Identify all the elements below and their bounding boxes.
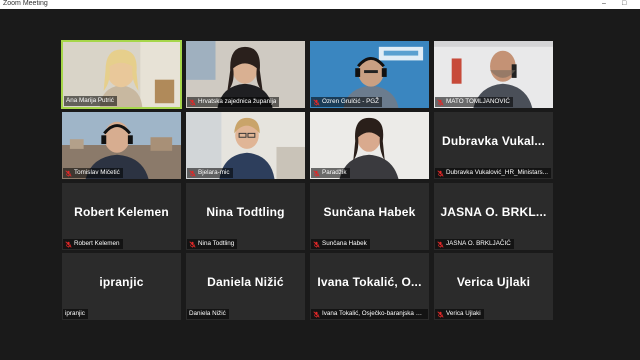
muted-mic-icon <box>65 169 72 177</box>
participant-name-label: JASNA O. BRKLJAČIĆ <box>435 239 514 249</box>
participant-name-label: Daniela Nižić <box>187 309 229 319</box>
participant-name-label: Dubravka Vukalović_HR_Ministars... <box>435 168 551 178</box>
participant-label-text: Dubravka Vukalović_HR_Ministars... <box>446 169 548 176</box>
participant-name-label: Tomislav Mičetić <box>63 168 123 178</box>
participant-name-label: Ana Marija Putrić <box>64 96 117 106</box>
participant-tile[interactable]: Sunčana Habek Sunčana Habek <box>309 182 430 251</box>
participant-tile[interactable]: Paradžik <box>309 111 430 180</box>
participant-name-label: Verica Ujlaki <box>435 309 484 319</box>
participant-name-label: Bjelara-mic <box>187 168 233 178</box>
participant-tile[interactable]: Bjelara-mic <box>185 111 306 180</box>
muted-mic-icon <box>189 169 196 177</box>
muted-mic-icon <box>313 310 320 318</box>
participant-name-label: ipranjic <box>63 309 88 319</box>
participant-label-text: Nina Todtling <box>198 240 235 247</box>
muted-mic-icon <box>437 98 444 106</box>
window-titlebar: Zoom Meeting – □ <box>0 0 640 9</box>
participant-tile[interactable]: Ozren Grulčić - PGŽ <box>309 40 430 109</box>
participant-label-text: Ana Marija Putrić <box>66 97 114 104</box>
participant-name-label: Robert Kelemen <box>63 239 123 249</box>
participant-tile[interactable]: MATO TOMLJANOVIĆ <box>433 40 554 109</box>
participant-display-name: ipranjic <box>99 275 144 289</box>
participant-label-text: Paradžik <box>322 169 347 176</box>
window-title: Zoom Meeting <box>3 0 48 7</box>
participant-tile[interactable]: Robert Kelemen Robert Kelemen <box>61 182 182 251</box>
participant-label-text: Daniela Nižić <box>189 310 226 317</box>
muted-mic-icon <box>437 169 444 177</box>
participant-display-name: Sunčana Habek <box>323 205 416 219</box>
participant-name-label: Ozren Grulčić - PGŽ <box>311 97 383 107</box>
participant-name-label: Nina Todtling <box>187 239 238 249</box>
participant-display-name: Daniela Nižić <box>207 275 284 289</box>
participant-label-text: Verica Ujlaki <box>446 310 481 317</box>
participant-label-text: JASNA O. BRKLJAČIĆ <box>446 240 511 247</box>
participant-tile[interactable]: Tomislav Mičetić <box>61 111 182 180</box>
participant-label-text: ipranjic <box>65 310 85 317</box>
participant-tile[interactable]: Nina Todtling Nina Todtling <box>185 182 306 251</box>
participant-label-text: Hrvatska zajednica županija <box>198 98 277 105</box>
muted-mic-icon <box>313 98 320 106</box>
participant-label-text: Bjelara-mic <box>198 169 230 176</box>
participant-display-name: Verica Ujlaki <box>456 275 531 289</box>
participant-display-name: Ivana Tokalić, O... <box>317 275 422 289</box>
participant-name-label: Paradžik <box>311 168 350 178</box>
muted-mic-icon <box>437 240 444 248</box>
participant-name-label: MATO TOMLJANOVIĆ <box>435 97 513 107</box>
participant-display-name: Dubravka Vukal... <box>442 134 545 148</box>
participant-name-label: Hrvatska zajednica županija <box>187 97 280 107</box>
participant-name-label: Ivana Tokalić, Osječko-baranjska žup... <box>311 309 428 319</box>
maximize-button[interactable]: □ <box>622 0 626 8</box>
participant-label-text: Sunčana Habek <box>322 240 367 247</box>
muted-mic-icon <box>189 98 196 106</box>
participant-label-text: Ozren Grulčić - PGŽ <box>322 98 380 105</box>
participant-tile[interactable]: Verica Ujlaki Verica Ujlaki <box>433 252 554 321</box>
participant-display-name: Robert Kelemen <box>74 205 169 219</box>
muted-mic-icon <box>313 169 320 177</box>
muted-mic-icon <box>65 240 72 248</box>
participant-label-text: MATO TOMLJANOVIĆ <box>446 98 510 105</box>
minimize-button[interactable]: – <box>602 0 606 8</box>
participant-label-text: Tomislav Mičetić <box>74 169 120 176</box>
participant-display-name: JASNA O. BRKL... <box>440 205 547 219</box>
participant-tile[interactable]: Daniela Nižić Daniela Nižić <box>185 252 306 321</box>
participant-label-text: Robert Kelemen <box>74 240 120 247</box>
participant-tile[interactable]: Dubravka Vukal... Dubravka Vukalović_HR_M… <box>433 111 554 180</box>
participant-tile[interactable]: Ivana Tokalić, O... Ivana Tokalić, Osječk… <box>309 252 430 321</box>
participant-tile[interactable]: JASNA O. BRKL... JASNA O. BRKLJAČIĆ <box>433 182 554 251</box>
muted-mic-icon <box>313 240 320 248</box>
participant-label-text: Ivana Tokalić, Osječko-baranjska žup... <box>322 310 425 317</box>
muted-mic-icon <box>189 240 196 248</box>
participant-tile[interactable]: Ana Marija Putrić <box>61 40 182 109</box>
participant-tile[interactable]: Hrvatska zajednica županija <box>185 40 306 109</box>
muted-mic-icon <box>437 310 444 318</box>
participant-tile[interactable]: ipranjic ipranjic <box>61 252 182 321</box>
participant-display-name: Nina Todtling <box>206 205 285 219</box>
participant-name-label: Sunčana Habek <box>311 239 370 249</box>
